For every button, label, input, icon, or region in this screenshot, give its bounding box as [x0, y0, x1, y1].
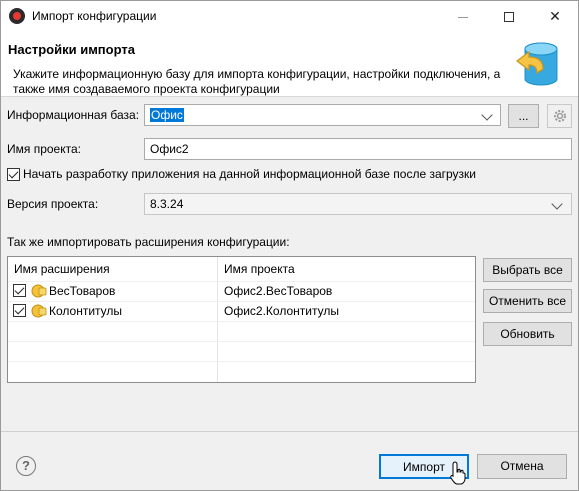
close-button[interactable]: ✕ [532, 1, 578, 31]
browse-button[interactable]: ... [508, 104, 539, 128]
row-separator [8, 321, 475, 322]
footer-divider [1, 431, 578, 432]
infobase-value: Офис [150, 108, 184, 122]
cancel-button[interactable]: Отмена [477, 454, 567, 479]
deselect-all-button[interactable]: Отменить все [483, 289, 572, 313]
select-all-button[interactable]: Выбрать все [483, 258, 572, 282]
refresh-button[interactable]: Обновить [483, 322, 572, 346]
window-title: Импорт конфигурации [32, 9, 157, 23]
title-bar: Импорт конфигурации ✕ [1, 1, 578, 31]
header-title: Настройки импорта [8, 42, 135, 57]
maximize-button[interactable] [486, 1, 532, 31]
minimize-icon [458, 16, 468, 18]
infobase-combo[interactable]: Офис [144, 104, 501, 126]
chevron-down-icon [479, 105, 497, 125]
app-icon [9, 8, 25, 24]
connection-settings-button[interactable] [547, 104, 572, 128]
extensions-section-label: Так же импортировать расширения конфигур… [7, 235, 290, 249]
start-dev-checkbox[interactable] [7, 168, 20, 181]
column-header-extension-name[interactable]: Имя расширения [8, 257, 217, 281]
version-value: 8.3.24 [150, 197, 184, 211]
row-separator [8, 361, 475, 362]
extension-project: Офис2.ВесТоваров [224, 284, 333, 298]
close-icon: ✕ [549, 8, 561, 24]
row-checkbox[interactable] [13, 304, 26, 317]
start-dev-label: Начать разработку приложения на данной и… [23, 167, 476, 181]
minimize-button[interactable] [440, 1, 486, 31]
extension-project: Офис2.Колонтитулы [224, 304, 339, 318]
header-description: Укажите информационную базу для импорта … [13, 67, 501, 96]
table-row[interactable]: Колонтитулы Офис2.Колонтитулы [8, 301, 475, 321]
gear-icon [553, 110, 566, 122]
extension-icon [31, 284, 47, 298]
row-checkbox[interactable] [13, 284, 26, 297]
help-icon[interactable]: ? [16, 456, 36, 476]
infobase-label: Информационная база: [7, 108, 140, 122]
column-header-project-name[interactable]: Имя проекта [218, 257, 475, 281]
maximize-icon [504, 12, 514, 23]
extension-icon [31, 304, 47, 318]
import-config-dialog: Импорт конфигурации ✕ Настройки импорта … [0, 0, 579, 491]
table-row[interactable]: ВесТоваров Офис2.ВесТоваров [8, 281, 475, 301]
row-separator [8, 341, 475, 342]
version-label: Версия проекта: [7, 197, 99, 211]
version-combo[interactable]: 8.3.24 [144, 193, 572, 215]
chevron-down-icon [549, 194, 567, 214]
extension-name: Колонтитулы [49, 304, 123, 318]
project-name-label: Имя проекта: [7, 142, 81, 156]
project-name-field[interactable]: Офис2 [144, 138, 572, 160]
mouse-cursor-icon [450, 461, 466, 485]
extensions-table[interactable]: Имя расширения Имя проекта ВесТоваров Оф… [7, 256, 476, 383]
database-import-icon [516, 42, 558, 86]
extension-name: ВесТоваров [49, 284, 116, 298]
header-panel: Настройки импорта Укажите информационную… [1, 31, 578, 97]
